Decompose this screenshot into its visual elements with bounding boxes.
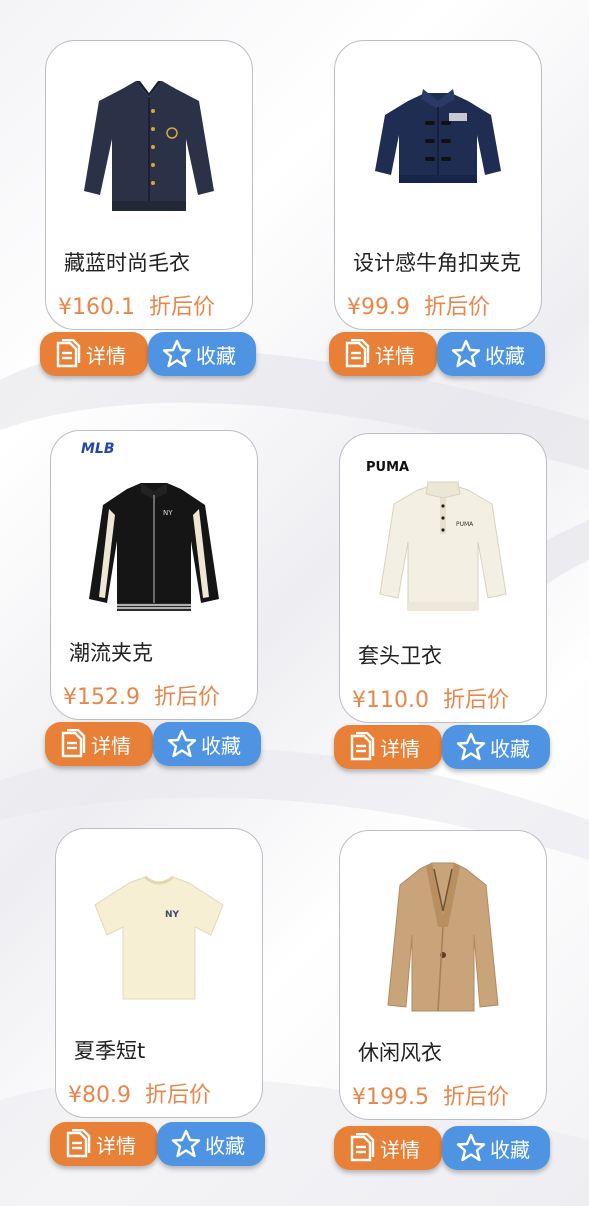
black-track-jacket-icon: NY	[51, 451, 257, 641]
favorite-button-label: 收藏	[485, 343, 525, 368]
document-icon	[66, 1129, 91, 1158]
svg-text:PUMA: PUMA	[456, 521, 474, 528]
detail-button-label: 详情	[380, 736, 420, 761]
detail-button[interactable]: 详情	[334, 1126, 442, 1170]
svg-text:NY: NY	[163, 509, 173, 517]
detail-button[interactable]: 详情	[50, 1122, 158, 1166]
discount-label: 折后价	[148, 295, 215, 320]
price-value: ¥110.0	[352, 688, 429, 713]
detail-button[interactable]: 详情	[45, 722, 153, 766]
product-price: ¥99.9 折后价	[347, 289, 490, 321]
favorite-button-label: 收藏	[201, 733, 241, 758]
favorite-button[interactable]: 收藏	[437, 332, 545, 376]
product-price: ¥80.9 折后价	[68, 1077, 211, 1109]
star-icon	[456, 1133, 486, 1162]
product-price: ¥110.0 折后价	[352, 682, 509, 714]
discount-label: 折后价	[442, 1085, 509, 1110]
favorite-button[interactable]: 收藏	[442, 725, 550, 769]
document-icon	[345, 339, 370, 368]
detail-button-label: 详情	[380, 1137, 420, 1162]
star-icon	[162, 339, 192, 368]
detail-button[interactable]: 详情	[334, 725, 442, 769]
star-icon	[167, 729, 197, 758]
product-name: 夏季短t	[74, 1039, 146, 1063]
svg-text:NY: NY	[165, 910, 180, 920]
product-card[interactable]: 设计感牛角扣夹克 ¥99.9 折后价	[334, 40, 542, 330]
discount-label: 折后价	[423, 295, 490, 320]
discount-label: 折后价	[442, 688, 509, 713]
price-value: ¥80.9	[68, 1083, 131, 1108]
favorite-button[interactable]: 收藏	[153, 722, 261, 766]
star-icon	[456, 732, 486, 761]
favorite-button-label: 收藏	[490, 1137, 530, 1162]
product-price: ¥160.1 折后价	[58, 289, 215, 321]
cream-pullover-icon: PUMA	[340, 448, 546, 638]
favorite-button-label: 收藏	[490, 736, 530, 761]
detail-button-label: 详情	[91, 733, 131, 758]
detail-button[interactable]: 详情	[329, 332, 437, 376]
price-value: ¥160.1	[58, 295, 135, 320]
price-value: ¥199.5	[352, 1085, 429, 1110]
star-icon	[171, 1129, 201, 1158]
favorite-button[interactable]: 收藏	[148, 332, 256, 376]
product-price: ¥152.9 折后价	[63, 679, 220, 711]
document-icon	[350, 732, 375, 761]
detail-button-label: 详情	[96, 1133, 136, 1158]
favorite-button-label: 收藏	[205, 1133, 245, 1158]
product-name: 设计感牛角扣夹克	[353, 251, 521, 275]
detail-button-label: 详情	[86, 343, 126, 368]
price-value: ¥99.9	[347, 295, 410, 320]
favorite-button[interactable]: 收藏	[157, 1122, 265, 1166]
product-name: 休闲风衣	[358, 1041, 442, 1065]
detail-button-label: 详情	[375, 343, 415, 368]
favorite-button[interactable]: 收藏	[442, 1126, 550, 1170]
discount-label: 折后价	[144, 1083, 211, 1108]
camel-coat-icon	[340, 845, 546, 1035]
discount-label: 折后价	[153, 685, 220, 710]
star-icon	[451, 339, 481, 368]
navy-cardigan-icon	[46, 51, 252, 241]
product-price: ¥199.5 折后价	[352, 1079, 509, 1111]
product-name: 潮流夹克	[69, 641, 153, 665]
document-icon	[350, 1133, 375, 1162]
price-value: ¥152.9	[63, 685, 140, 710]
product-card[interactable]: MLB NY 潮流夹克 ¥152.9 折后价	[50, 430, 258, 720]
detail-button[interactable]: 详情	[40, 332, 148, 376]
product-card[interactable]: NY 夏季短t ¥80.9 折后价	[55, 828, 263, 1118]
favorite-button-label: 收藏	[196, 343, 236, 368]
navy-toggle-jacket-icon	[335, 51, 541, 241]
product-card[interactable]: 藏蓝时尚毛衣 ¥160.1 折后价	[45, 40, 253, 330]
product-name: 藏蓝时尚毛衣	[64, 251, 190, 275]
document-icon	[61, 729, 86, 758]
product-name: 套头卫衣	[358, 644, 442, 668]
product-card[interactable]: PUMA PUMA 套头卫衣 ¥110.0 折后价	[339, 433, 547, 723]
cream-tshirt-icon: NY	[56, 835, 262, 1025]
document-icon	[56, 339, 81, 368]
product-card[interactable]: 休闲风衣 ¥199.5 折后价	[339, 830, 547, 1120]
